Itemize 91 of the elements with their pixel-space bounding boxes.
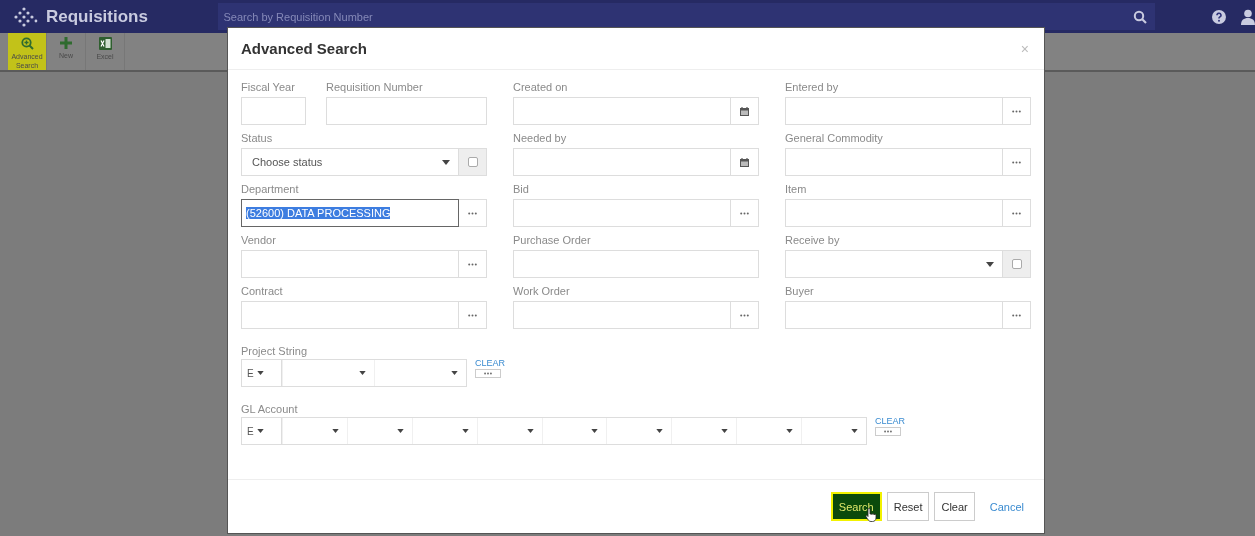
lookup-field[interactable] xyxy=(785,97,1003,125)
text-field[interactable] xyxy=(326,97,487,125)
lookup-button[interactable] xyxy=(1003,148,1031,176)
lookup-field[interactable] xyxy=(241,301,459,329)
caret-icon xyxy=(721,429,729,433)
lookup-button[interactable] xyxy=(459,199,487,227)
zoom-in-icon xyxy=(20,37,34,50)
search-button[interactable]: Search xyxy=(830,492,882,521)
caret-icon xyxy=(986,261,994,267)
search-icon[interactable] xyxy=(1133,9,1148,24)
lookup-button[interactable] xyxy=(459,301,487,329)
date-field[interactable] xyxy=(513,148,731,176)
field-label: Bid xyxy=(513,182,530,196)
calendar-icon xyxy=(740,157,749,167)
caret-icon xyxy=(331,429,339,433)
field-label: Work Order xyxy=(513,284,571,298)
caret-icon xyxy=(442,159,450,165)
lookup-button[interactable] xyxy=(459,250,487,278)
calendar-icon xyxy=(740,106,749,116)
more-button[interactable] xyxy=(875,427,901,436)
caret-icon xyxy=(851,429,858,433)
lookup-button[interactable] xyxy=(731,199,759,227)
field-label: Project String xyxy=(241,345,308,357)
user-icon[interactable] xyxy=(1241,8,1255,25)
dropdown[interactable]: Choose status xyxy=(241,148,459,176)
field-label: GL Account xyxy=(241,403,298,415)
ellipsis-icon xyxy=(740,211,749,215)
dropdown[interactable] xyxy=(785,250,1003,278)
caret-icon xyxy=(591,429,599,433)
lookup-field[interactable] xyxy=(241,250,459,278)
lookup-field[interactable] xyxy=(785,148,1003,176)
caret-icon xyxy=(451,371,458,375)
lookup-button[interactable] xyxy=(1003,301,1031,329)
field-label: Buyer xyxy=(785,284,815,298)
segment-dropdown[interactable]: E xyxy=(242,360,282,386)
lookup-field[interactable]: (52600) DATA PROCESSING xyxy=(241,199,459,227)
ellipsis-icon xyxy=(484,372,492,375)
dialog-button[interactable]: Clear xyxy=(934,492,975,521)
lookup-button[interactable] xyxy=(1003,97,1031,125)
text-field[interactable] xyxy=(241,97,306,125)
app-title: Requisitions xyxy=(45,6,149,27)
lookup-button[interactable] xyxy=(1003,199,1031,227)
field-label: Created on xyxy=(513,80,569,94)
ellipsis-icon xyxy=(1012,160,1021,164)
ellipsis-icon xyxy=(468,262,477,266)
field-label: Vendor xyxy=(241,233,277,247)
caret-icon xyxy=(256,429,264,433)
lookup-field[interactable] xyxy=(513,199,731,227)
calendar-button[interactable] xyxy=(731,97,759,125)
ellipsis-icon xyxy=(1012,109,1021,113)
checkbox[interactable] xyxy=(1011,259,1022,269)
caret-icon xyxy=(256,371,264,375)
field-label: Fiscal Year xyxy=(241,80,296,94)
ellipsis-icon xyxy=(468,313,477,317)
field-label: Contract xyxy=(241,284,284,298)
field-label: Receive by xyxy=(785,233,841,247)
ellipsis-icon xyxy=(468,211,477,215)
segment-dropdown[interactable]: E xyxy=(242,418,282,444)
caret-icon xyxy=(461,429,469,433)
dialog-title: Advanced Search xyxy=(241,40,367,57)
field-label: Item xyxy=(785,182,808,196)
date-field[interactable] xyxy=(513,97,731,125)
plus-icon xyxy=(60,37,72,49)
caret-icon xyxy=(526,429,534,433)
logo-icon xyxy=(12,5,38,28)
field-label: General Commodity xyxy=(785,131,884,145)
ellipsis-icon xyxy=(1012,211,1021,215)
checkbox[interactable] xyxy=(467,157,478,167)
caret-icon xyxy=(359,371,366,375)
dialog-button[interactable]: Reset xyxy=(886,492,930,521)
lookup-button[interactable] xyxy=(731,301,759,329)
field-label: Department xyxy=(241,182,300,196)
field-label: Purchase Order xyxy=(513,233,592,247)
lookup-field[interactable] xyxy=(785,199,1003,227)
help-icon[interactable] xyxy=(1212,9,1227,24)
more-button[interactable] xyxy=(475,369,501,378)
spreadsheet-icon xyxy=(98,37,112,50)
ellipsis-icon xyxy=(740,313,749,317)
text-field[interactable] xyxy=(513,250,759,278)
field-label: Needed by xyxy=(513,131,568,145)
field-label: Requisition Number xyxy=(326,80,424,94)
calendar-button[interactable] xyxy=(731,148,759,176)
caret-icon xyxy=(396,429,404,433)
caret-icon xyxy=(786,429,794,433)
lookup-field[interactable] xyxy=(513,301,731,329)
ellipsis-icon xyxy=(1012,313,1021,317)
field-label: Status xyxy=(241,131,274,145)
caret-icon xyxy=(656,429,664,433)
ellipsis-icon xyxy=(884,430,892,433)
field-label: Entered by xyxy=(785,80,840,94)
lookup-field[interactable] xyxy=(785,301,1003,329)
